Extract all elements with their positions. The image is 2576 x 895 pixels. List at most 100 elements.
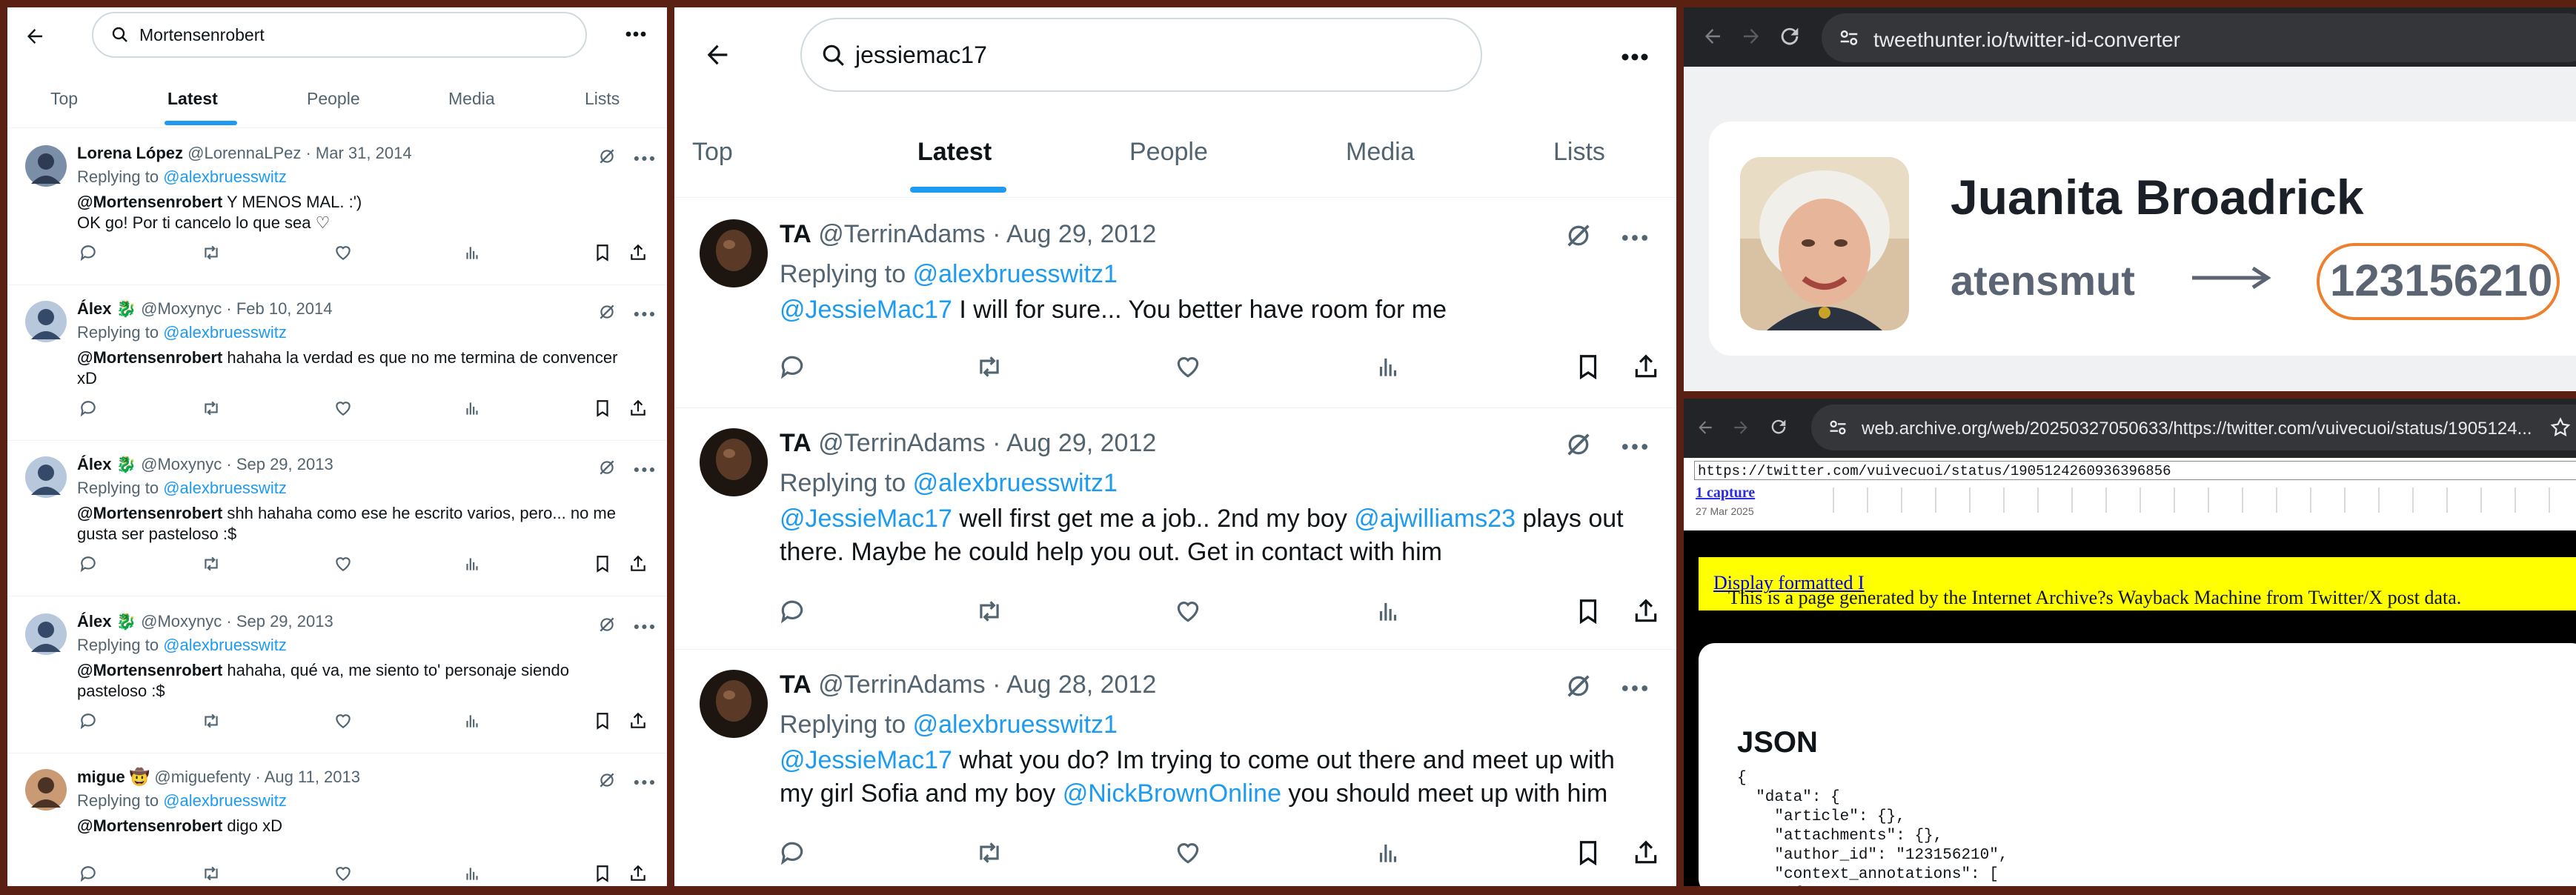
- reply-target-link[interactable]: @alexbruesswitz: [163, 167, 287, 186]
- tweet[interactable]: TA @TerrinAdams · Aug 29, 2012 Replying …: [674, 407, 1676, 650]
- tab-lists[interactable]: Lists: [1553, 138, 1605, 167]
- like-icon[interactable]: [1174, 839, 1202, 867]
- reply-icon[interactable]: [79, 399, 98, 418]
- bookmark-icon[interactable]: [593, 864, 612, 883]
- mention-link[interactable]: @Mortensenrobert: [77, 348, 222, 367]
- author-name[interactable]: TA: [780, 671, 811, 699]
- tab-top[interactable]: Top: [50, 89, 78, 109]
- tweet-date[interactable]: · Mar 31, 2014: [305, 144, 411, 162]
- tab-lists[interactable]: Lists: [585, 89, 620, 109]
- author-handle[interactable]: @TerrinAdams: [818, 429, 985, 457]
- repost-icon[interactable]: [202, 399, 221, 418]
- mention-link[interactable]: @JessieMac17: [780, 746, 952, 774]
- tweet-date[interactable]: · Sep 29, 2013: [226, 612, 333, 631]
- bookmark-star-icon[interactable]: [2549, 416, 2572, 439]
- tweet[interactable]: TA @TerrinAdams · Aug 29, 2012 Replying …: [674, 199, 1676, 408]
- capture-timeline[interactable]: [1825, 483, 2576, 516]
- reply-target-link[interactable]: @alexbruesswitz: [163, 323, 287, 342]
- like-icon[interactable]: [1174, 597, 1202, 625]
- author-handle[interactable]: @Moxynyc: [141, 455, 222, 473]
- bookmark-icon[interactable]: [593, 554, 612, 573]
- mention-link[interactable]: @JessieMac17: [780, 296, 952, 324]
- avatar[interactable]: [700, 219, 768, 287]
- captures-link[interactable]: 1 capture: [1696, 485, 1755, 502]
- more-options-icon[interactable]: [634, 779, 655, 785]
- grok-icon[interactable]: [597, 771, 617, 790]
- author-handle[interactable]: @Moxynyc: [141, 612, 222, 631]
- views-icon[interactable]: [462, 243, 482, 262]
- reply-icon[interactable]: [778, 839, 806, 867]
- back-arrow-icon[interactable]: [24, 25, 49, 50]
- forward-arrow-icon[interactable]: [1731, 418, 1750, 437]
- share-icon[interactable]: [1632, 839, 1660, 867]
- tweet[interactable]: TA @TerrinAdams · Aug 28, 2012 Replying …: [674, 649, 1676, 886]
- more-options-icon[interactable]: [1621, 53, 1648, 61]
- reply-icon[interactable]: [778, 597, 806, 625]
- reply-target-link[interactable]: @alexbruesswitz: [163, 791, 287, 810]
- share-icon[interactable]: [1632, 353, 1660, 381]
- reply-icon[interactable]: [79, 243, 98, 262]
- mention-link-2[interactable]: @NickBrownOnline: [1063, 779, 1281, 808]
- tweet[interactable]: Álex 🐉 @Moxynyc · Feb 10, 2014 Replying …: [7, 285, 667, 441]
- reply-icon[interactable]: [79, 554, 98, 573]
- author-name[interactable]: Álex 🐉: [77, 455, 136, 473]
- grok-icon[interactable]: [1564, 671, 1593, 701]
- tweet[interactable]: migue 🤠 @miguefenty · Aug 11, 2013 Reply…: [7, 753, 667, 886]
- avatar[interactable]: [25, 301, 67, 342]
- avatar[interactable]: [700, 670, 768, 738]
- tab-latest[interactable]: Latest: [167, 89, 218, 109]
- tweet[interactable]: Álex 🐉 @Moxynyc · Sep 29, 2013 Replying …: [7, 597, 667, 753]
- bookmark-icon[interactable]: [593, 711, 612, 731]
- author-name[interactable]: Lorena López: [77, 144, 183, 162]
- views-icon[interactable]: [462, 864, 482, 883]
- grok-icon[interactable]: [1564, 430, 1593, 459]
- reload-icon[interactable]: [1768, 416, 1789, 437]
- reply-icon[interactable]: [778, 353, 806, 381]
- repost-icon[interactable]: [202, 864, 221, 883]
- tweet[interactable]: Álex 🐉 @Moxynyc · Sep 29, 2013 Replying …: [7, 440, 667, 596]
- repost-icon[interactable]: [202, 711, 221, 731]
- reload-icon[interactable]: [1777, 24, 1802, 49]
- like-icon[interactable]: [333, 711, 353, 731]
- mention-link[interactable]: @JessieMac17: [780, 505, 952, 533]
- bookmark-icon[interactable]: [1574, 839, 1602, 867]
- grok-icon[interactable]: [597, 615, 617, 634]
- share-icon[interactable]: [628, 711, 648, 731]
- more-options-icon[interactable]: [634, 156, 655, 162]
- mention-link-2[interactable]: @ajwilliams23: [1354, 505, 1516, 533]
- author-name[interactable]: migue 🤠: [77, 768, 150, 786]
- author-handle[interactable]: @miguefenty: [154, 768, 250, 786]
- views-icon[interactable]: [1374, 353, 1402, 381]
- share-icon[interactable]: [628, 243, 648, 262]
- search-input[interactable]: Mortensenrobert: [92, 12, 587, 58]
- author-handle[interactable]: @LorennaLPez: [187, 144, 301, 162]
- like-icon[interactable]: [333, 864, 353, 883]
- more-options-icon[interactable]: [634, 624, 655, 630]
- search-input[interactable]: jessiemac17: [800, 18, 1482, 92]
- tweet-date[interactable]: · Aug 29, 2012: [992, 220, 1156, 248]
- like-icon[interactable]: [333, 243, 353, 262]
- repost-icon[interactable]: [975, 353, 1003, 381]
- reply-icon[interactable]: [79, 864, 98, 883]
- reply-icon[interactable]: [79, 711, 98, 731]
- mention-link[interactable]: @Mortensenrobert: [77, 661, 222, 679]
- tab-latest[interactable]: Latest: [917, 138, 992, 167]
- like-icon[interactable]: [1174, 353, 1202, 381]
- tab-top[interactable]: Top: [692, 138, 733, 167]
- bookmark-icon[interactable]: [1574, 353, 1602, 381]
- reply-target-link[interactable]: @alexbruesswitz: [163, 636, 287, 654]
- back-arrow-icon[interactable]: [703, 40, 732, 70]
- tab-people[interactable]: People: [1129, 138, 1208, 167]
- tab-people[interactable]: People: [307, 89, 360, 109]
- site-settings-icon[interactable]: [1828, 417, 1848, 438]
- repost-icon[interactable]: [202, 243, 221, 262]
- reply-target-link[interactable]: @alexbruesswitz: [163, 479, 287, 497]
- avatar[interactable]: [25, 145, 67, 187]
- share-icon[interactable]: [1632, 597, 1660, 625]
- like-icon[interactable]: [333, 399, 353, 418]
- share-icon[interactable]: [628, 399, 648, 418]
- tweet[interactable]: Lorena López @LorennaLPez · Mar 31, 2014…: [7, 129, 667, 285]
- views-icon[interactable]: [462, 399, 482, 418]
- more-options-icon[interactable]: [1621, 234, 1648, 242]
- avatar[interactable]: [25, 456, 67, 498]
